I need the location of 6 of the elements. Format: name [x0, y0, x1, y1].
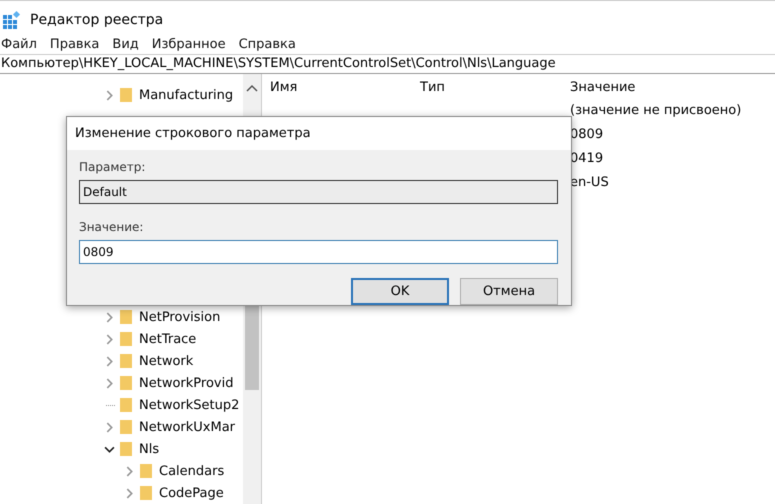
dialog-title: Изменение строкового параметра [75, 126, 311, 141]
value-cell-text: en-US [569, 174, 610, 190]
field-label: Значение: [79, 220, 144, 234]
field-label: Параметр: [79, 160, 146, 174]
value-cell-text: (значение не присвоено) [569, 102, 742, 118]
window-title: Редактор реестра [30, 12, 164, 28]
